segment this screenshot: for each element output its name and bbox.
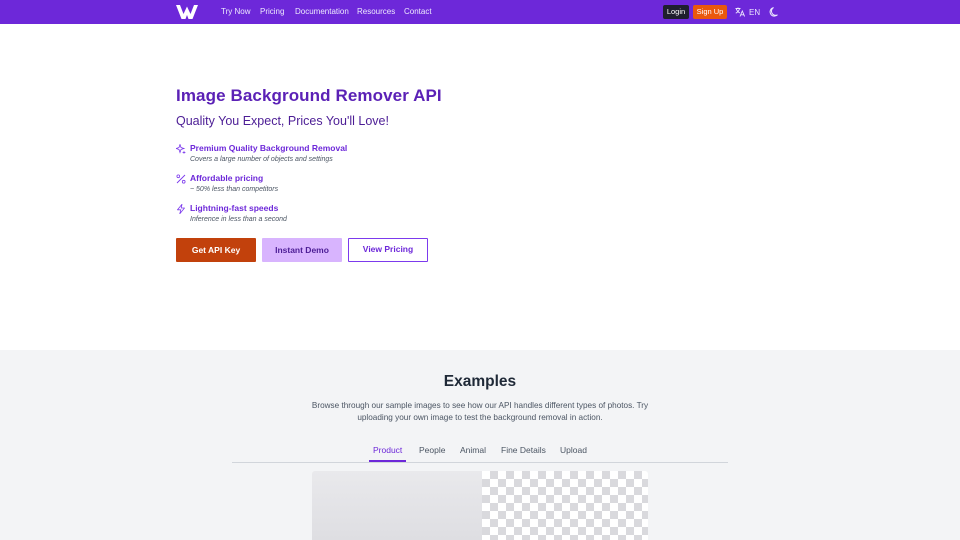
signup-button[interactable]: Sign Up	[693, 5, 727, 19]
sparkles-icon	[176, 144, 186, 154]
moon-icon[interactable]	[769, 6, 781, 18]
feature-title: Premium Quality Background Removal	[190, 143, 348, 153]
translate-icon	[735, 7, 745, 17]
hero-subtitle: Quality You Expect, Prices You'll Love!	[176, 114, 389, 128]
nav-link-pricing[interactable]: Pricing	[260, 0, 284, 24]
feature-description: Inference in less than a second	[190, 216, 287, 223]
feature-title: Affordable pricing	[190, 173, 264, 183]
example-tabs: Product People Animal Fine Details Uploa…	[232, 440, 728, 463]
nav-link-documentation[interactable]: Documentation	[295, 0, 349, 24]
view-pricing-button[interactable]: View Pricing	[348, 238, 428, 262]
get-api-key-button[interactable]: Get API Key	[176, 238, 256, 262]
nav-link-try-now[interactable]: Try Now	[221, 0, 250, 24]
page-title: Image Background Remover API	[176, 86, 442, 105]
feature-description: ~ 50% less than competitors	[190, 186, 279, 193]
lightning-icon	[177, 204, 185, 214]
background-removed-preview	[482, 471, 648, 540]
percent-icon	[176, 174, 186, 184]
language-label: EN	[749, 7, 761, 17]
login-button[interactable]: Login	[663, 5, 689, 19]
original-image-preview	[312, 471, 482, 540]
tab-product[interactable]: Product	[369, 440, 407, 462]
nav-link-resources[interactable]: Resources	[357, 0, 395, 24]
language-selector[interactable]: EN	[735, 5, 760, 19]
tab-upload[interactable]: Upload	[560, 440, 587, 462]
w-logo-icon[interactable]	[176, 5, 198, 19]
instant-demo-button[interactable]: Instant Demo	[262, 238, 342, 262]
examples-description: Browse through our sample images to see …	[311, 401, 649, 422]
feature-title: Lightning-fast speeds	[190, 203, 279, 213]
tab-animal[interactable]: Animal	[460, 440, 486, 462]
tab-fine-details[interactable]: Fine Details	[501, 440, 546, 462]
nav-link-contact[interactable]: Contact	[404, 0, 432, 24]
tab-people[interactable]: People	[419, 440, 445, 462]
feature-description: Covers a large number of objects and set…	[190, 156, 333, 163]
top-navbar: Try Now Pricing Documentation Resources …	[0, 0, 960, 24]
examples-title: Examples	[443, 373, 517, 390]
